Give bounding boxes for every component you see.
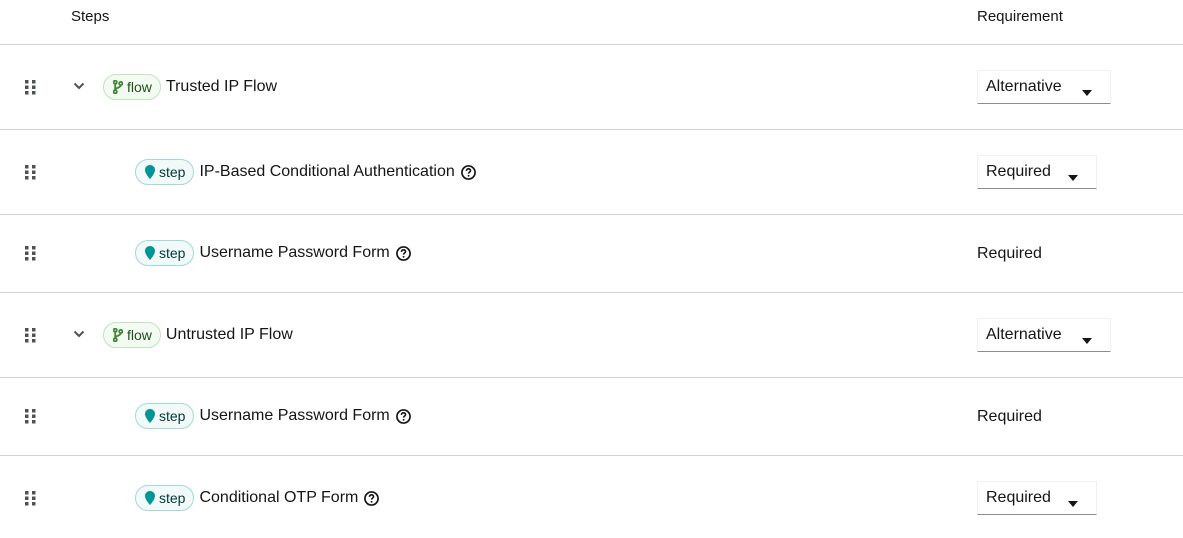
step-name-cell: flow Untrusted IP Flow (103, 322, 293, 348)
step-name-cell: step Username Password Form (135, 240, 411, 266)
flow-badge: flow (103, 74, 161, 100)
badge-label: step (159, 245, 186, 261)
step-name-cell: step IP-Based Conditional Authentication (135, 159, 476, 185)
grip-vertical-icon[interactable] (25, 246, 36, 261)
map-marker-icon (145, 165, 155, 179)
flow-badge: flow (103, 322, 161, 348)
table-row: step IP-Based Conditional Authentication… (0, 130, 1183, 215)
grip-vertical-icon[interactable] (25, 491, 36, 506)
table-row: step Conditional OTP Form Required (0, 456, 1183, 538)
code-branch-icon (113, 80, 123, 94)
chevron-down-icon[interactable] (72, 327, 86, 341)
step-name-cell: flow Trusted IP Flow (103, 74, 277, 100)
step-name-cell: step Username Password Form (135, 403, 411, 429)
requirement-select[interactable]: Alternative (977, 318, 1111, 352)
requirement-value: Required (977, 245, 1042, 262)
requirement-value: Required (986, 163, 1051, 180)
table-header: Steps Requirement (0, 0, 1183, 45)
requirement-select[interactable]: Alternative (977, 70, 1111, 104)
map-marker-icon (145, 246, 155, 260)
grip-vertical-icon[interactable] (25, 409, 36, 424)
badge-label: flow (127, 327, 152, 343)
step-name: Username Password Form (199, 407, 390, 424)
badge-label: step (159, 408, 186, 424)
table-row: flow Trusted IP Flow Alternative (0, 45, 1183, 130)
flow-steps-table: Steps Requirement flow Trusted IP Flow A… (0, 0, 1183, 538)
requirement-select[interactable]: Required (977, 481, 1097, 515)
caret-down-icon (1068, 494, 1078, 507)
table-row: step Username Password Form Required (0, 378, 1183, 456)
question-circle-icon[interactable] (460, 164, 476, 180)
question-circle-icon[interactable] (364, 490, 380, 506)
step-name: Username Password Form (199, 244, 390, 261)
requirement-select[interactable]: Required (977, 155, 1097, 189)
chevron-down-icon[interactable] (72, 79, 86, 93)
map-marker-icon (145, 409, 155, 423)
question-circle-icon[interactable] (395, 245, 411, 261)
question-circle-icon[interactable] (395, 408, 411, 424)
code-branch-icon (113, 328, 123, 342)
map-marker-icon (145, 491, 155, 505)
requirement-value: Alternative (986, 326, 1062, 343)
step-name: Untrusted IP Flow (165, 326, 293, 343)
steps-column-header: Steps (71, 8, 110, 25)
badge-label: step (159, 164, 186, 180)
table-row: step Username Password Form Required (0, 215, 1183, 293)
step-name-cell: step Conditional OTP Form (135, 485, 380, 511)
requirement-column-header: Requirement (977, 8, 1063, 25)
badge-label: flow (127, 79, 152, 95)
step-name: Conditional OTP Form (199, 489, 359, 506)
grip-vertical-icon[interactable] (25, 80, 36, 95)
caret-down-icon (1082, 83, 1092, 96)
step-name: IP-Based Conditional Authentication (199, 163, 455, 180)
step-badge: step (135, 485, 195, 511)
table-row: flow Untrusted IP Flow Alternative (0, 293, 1183, 378)
step-badge: step (135, 240, 195, 266)
grip-vertical-icon[interactable] (25, 165, 36, 180)
caret-down-icon (1082, 331, 1092, 344)
requirement-value: Required (977, 408, 1042, 425)
step-name: Trusted IP Flow (165, 78, 278, 95)
grip-vertical-icon[interactable] (25, 328, 36, 343)
caret-down-icon (1068, 168, 1078, 181)
step-badge: step (135, 403, 195, 429)
step-badge: step (135, 159, 195, 185)
badge-label: step (159, 490, 186, 506)
requirement-value: Required (986, 489, 1051, 506)
requirement-value: Alternative (986, 78, 1062, 95)
